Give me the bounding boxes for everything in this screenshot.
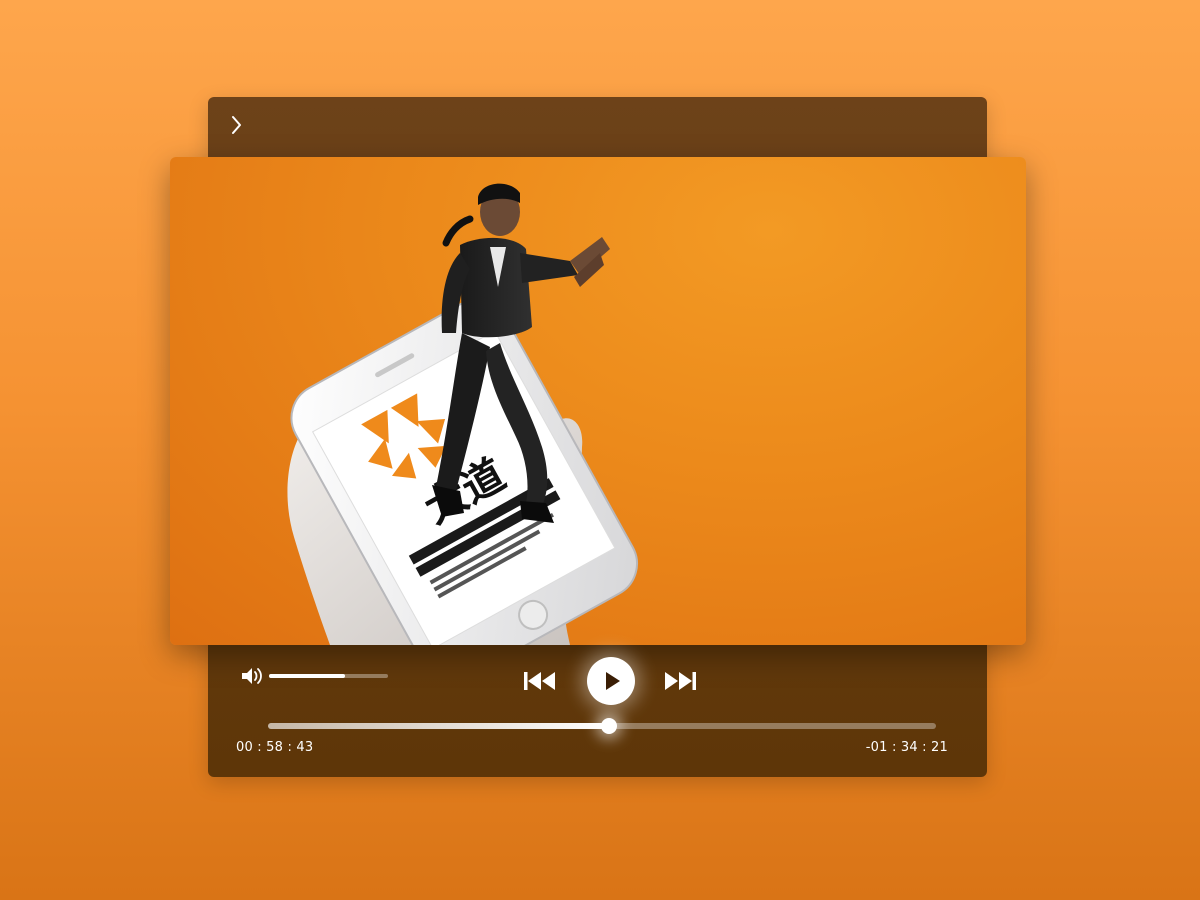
previous-button[interactable] bbox=[522, 669, 558, 693]
volume-level-fill bbox=[269, 674, 346, 678]
expand-button[interactable] bbox=[226, 113, 250, 137]
next-button[interactable] bbox=[662, 669, 698, 693]
seek-bar[interactable] bbox=[268, 718, 936, 734]
chevron-right-icon bbox=[232, 116, 241, 134]
play-button[interactable] bbox=[587, 657, 635, 705]
video-frame[interactable]: 大道 bbox=[170, 157, 1026, 645]
skip-next-icon bbox=[665, 672, 696, 690]
seek-thumb[interactable] bbox=[600, 718, 617, 734]
volume-button[interactable] bbox=[240, 665, 264, 687]
play-icon bbox=[606, 672, 620, 690]
time-elapsed: 00 : 58 : 43 bbox=[236, 740, 314, 755]
skip-previous-icon bbox=[524, 672, 555, 690]
seek-progress-fill bbox=[268, 723, 609, 729]
speaker-icon bbox=[242, 668, 262, 684]
volume-slider[interactable] bbox=[269, 674, 388, 678]
video-scene: 大道 bbox=[287, 183, 638, 645]
time-remaining: -01 : 34 : 21 bbox=[865, 740, 948, 755]
